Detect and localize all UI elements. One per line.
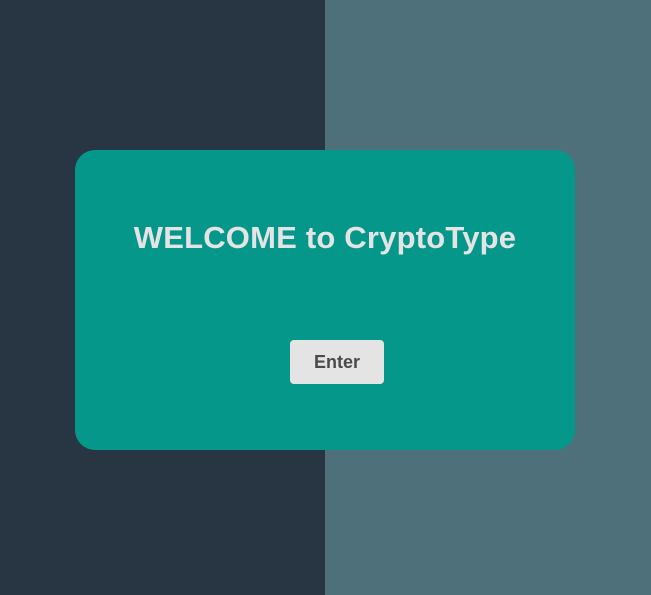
welcome-card: WELCOME to CryptoType Enter	[75, 150, 575, 450]
welcome-title: WELCOME to CryptoType	[133, 220, 517, 255]
enter-button[interactable]: Enter	[290, 340, 384, 384]
